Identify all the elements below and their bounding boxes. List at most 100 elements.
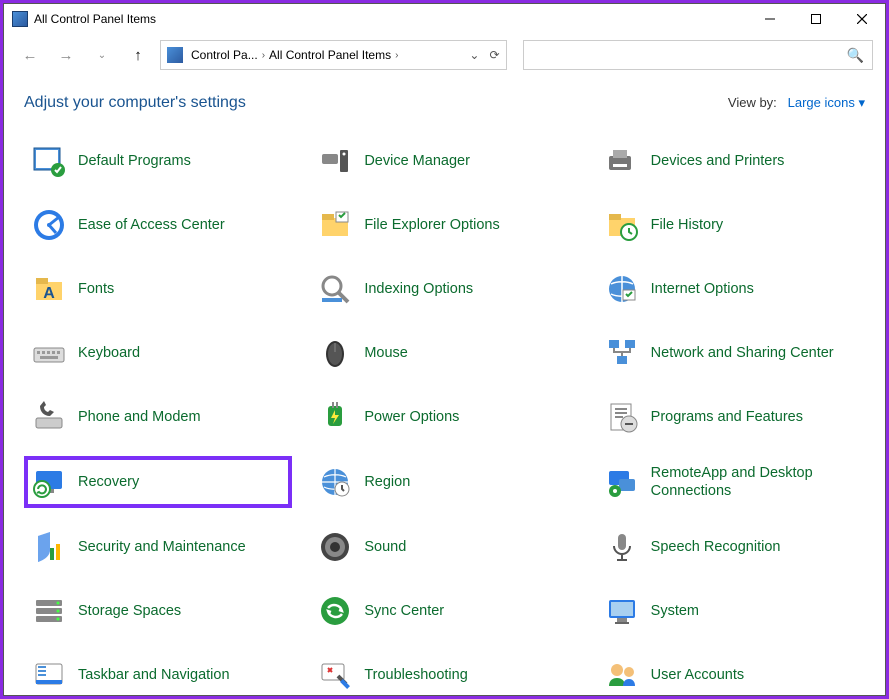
forward-button[interactable]: →: [52, 41, 80, 69]
user-accounts-icon: [605, 658, 639, 692]
item-label: Security and Maintenance: [78, 538, 246, 556]
internet-options-icon: [605, 272, 639, 306]
control-panel-item[interactable]: File Explorer Options: [310, 200, 578, 250]
maximize-button[interactable]: [793, 4, 839, 34]
keyboard-icon: [32, 336, 66, 370]
item-label: RemoteApp and Desktop Connections: [651, 464, 857, 500]
navbar: ← → ⌄ ↑ Control Pa... › All Control Pane…: [4, 34, 885, 76]
breadcrumb-current[interactable]: All Control Panel Items: [269, 48, 391, 62]
sync-center-icon: [318, 594, 352, 628]
address-dropdown[interactable]: ⌄: [469, 48, 479, 62]
close-button[interactable]: [839, 4, 885, 34]
viewby-dropdown[interactable]: Large icons ▾: [788, 95, 865, 110]
item-label: File History: [651, 216, 724, 234]
back-button[interactable]: ←: [16, 41, 44, 69]
item-label: Indexing Options: [364, 280, 473, 298]
control-panel-icon: [167, 47, 183, 63]
control-panel-item[interactable]: Keyboard: [24, 328, 292, 378]
control-panel-item[interactable]: RemoteApp and Desktop Connections: [597, 456, 865, 508]
control-panel-item[interactable]: Recovery: [24, 456, 292, 508]
control-panel-item[interactable]: Power Options: [310, 392, 578, 442]
remoteapp-and-desktop-connections-icon: [605, 465, 639, 499]
control-panel-item[interactable]: Mouse: [310, 328, 578, 378]
fonts-icon: [32, 272, 66, 306]
search-input[interactable]: [532, 48, 847, 63]
control-panel-item[interactable]: Internet Options: [597, 264, 865, 314]
mouse-icon: [318, 336, 352, 370]
control-panel-item[interactable]: Fonts: [24, 264, 292, 314]
item-label: File Explorer Options: [364, 216, 499, 234]
item-label: Recovery: [78, 473, 139, 491]
control-panel-window: All Control Panel Items ← → ⌄ ↑ Control …: [3, 3, 886, 696]
control-panel-item[interactable]: Indexing Options: [310, 264, 578, 314]
item-label: Mouse: [364, 344, 408, 362]
header-row: Adjust your computer's settings View by:…: [24, 94, 865, 112]
control-panel-item[interactable]: User Accounts: [597, 650, 865, 695]
breadcrumb-root[interactable]: Control Pa...: [191, 48, 258, 62]
speech-recognition-icon: [605, 530, 639, 564]
item-label: Troubleshooting: [364, 666, 467, 684]
chevron-right-icon[interactable]: ›: [262, 50, 265, 61]
item-label: Storage Spaces: [78, 602, 181, 620]
control-panel-item[interactable]: Storage Spaces: [24, 586, 292, 636]
chevron-right-icon[interactable]: ›: [395, 50, 398, 61]
item-label: Ease of Access Center: [78, 216, 225, 234]
control-panel-item[interactable]: Speech Recognition: [597, 522, 865, 572]
minimize-button[interactable]: [747, 4, 793, 34]
search-icon[interactable]: 🔍: [847, 47, 864, 64]
item-label: Default Programs: [78, 152, 191, 170]
item-label: User Accounts: [651, 666, 745, 684]
control-panel-item[interactable]: Devices and Printers: [597, 136, 865, 186]
item-label: Devices and Printers: [651, 152, 785, 170]
up-button[interactable]: ↑: [124, 41, 152, 69]
indexing-options-icon: [318, 272, 352, 306]
file-history-icon: [605, 208, 639, 242]
item-label: Power Options: [364, 408, 459, 426]
sound-icon: [318, 530, 352, 564]
storage-spaces-icon: [32, 594, 66, 628]
control-panel-item[interactable]: Programs and Features: [597, 392, 865, 442]
control-panel-icon: [12, 11, 28, 27]
programs-and-features-icon: [605, 400, 639, 434]
control-panel-item[interactable]: Security and Maintenance: [24, 522, 292, 572]
security-and-maintenance-icon: [32, 530, 66, 564]
item-label: Phone and Modem: [78, 408, 201, 426]
item-label: Region: [364, 473, 410, 491]
control-panel-item[interactable]: Phone and Modem: [24, 392, 292, 442]
control-panel-item[interactable]: Sync Center: [310, 586, 578, 636]
titlebar: All Control Panel Items: [4, 4, 885, 34]
search-box[interactable]: 🔍: [523, 40, 874, 70]
power-options-icon: [318, 400, 352, 434]
default-programs-icon: [32, 144, 66, 178]
item-label: Speech Recognition: [651, 538, 781, 556]
control-panel-item[interactable]: Region: [310, 456, 578, 508]
control-panel-item[interactable]: Ease of Access Center: [24, 200, 292, 250]
item-label: Sync Center: [364, 602, 444, 620]
control-panel-item[interactable]: Taskbar and Navigation: [24, 650, 292, 695]
window-title: All Control Panel Items: [34, 12, 747, 26]
control-panel-item[interactable]: Default Programs: [24, 136, 292, 186]
control-panel-item[interactable]: File History: [597, 200, 865, 250]
control-panel-item[interactable]: Device Manager: [310, 136, 578, 186]
network-and-sharing-center-icon: [605, 336, 639, 370]
item-label: Keyboard: [78, 344, 140, 362]
refresh-button[interactable]: ⟳: [489, 48, 499, 62]
control-panel-item[interactable]: System: [597, 586, 865, 636]
item-label: Taskbar and Navigation: [78, 666, 230, 684]
phone-and-modem-icon: [32, 400, 66, 434]
ease-of-access-center-icon: [32, 208, 66, 242]
items-grid: Default Programs Device Manager Devices an…: [24, 136, 865, 695]
system-icon: [605, 594, 639, 628]
address-bar[interactable]: Control Pa... › All Control Panel Items …: [160, 40, 507, 70]
item-label: Programs and Features: [651, 408, 803, 426]
control-panel-item[interactable]: Troubleshooting: [310, 650, 578, 695]
control-panel-item[interactable]: Network and Sharing Center: [597, 328, 865, 378]
viewby: View by: Large icons ▾: [728, 95, 865, 111]
recent-dropdown[interactable]: ⌄: [88, 41, 116, 69]
device-manager-icon: [318, 144, 352, 178]
control-panel-item[interactable]: Sound: [310, 522, 578, 572]
item-label: Internet Options: [651, 280, 754, 298]
content-area: Adjust your computer's settings View by:…: [4, 76, 885, 695]
viewby-label: View by:: [728, 95, 777, 110]
region-icon: [318, 465, 352, 499]
